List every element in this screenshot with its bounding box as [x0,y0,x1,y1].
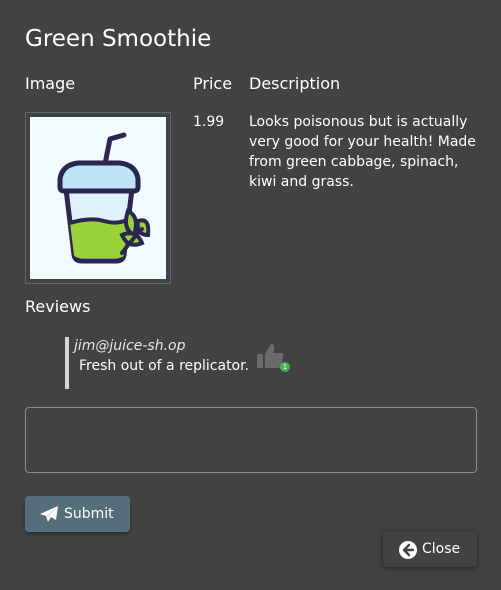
close-button[interactable]: Close [383,531,477,567]
review-text: Fresh out of a replicator. [79,358,250,374]
description-column-header: Description [249,74,341,93]
review-author: jim@juice-sh.op [74,338,186,354]
review-item: jim@juice-sh.op Fresh out of a replicato… [65,337,290,389]
arrow-circle-left-icon [399,541,417,559]
product-image [30,117,166,279]
product-details-dialog: Green Smoothie Image Price Description 1… [0,0,501,590]
paper-plane-icon [39,505,59,523]
product-image-frame [25,112,171,284]
product-price: 1.99 [193,114,225,130]
image-column-header: Image [25,74,76,93]
reviews-heading: Reviews [25,297,91,316]
price-column-header: Price [193,74,233,93]
like-review-button[interactable]: 1 [256,342,290,372]
submit-label: Submit [64,506,114,522]
close-label: Close [422,541,461,557]
like-count-badge: 1 [280,362,290,372]
product-description: Looks poisonous but is actually very goo… [249,114,476,190]
submit-button[interactable]: Submit [25,496,130,532]
dialog-title: Green Smoothie [25,26,212,52]
review-textarea[interactable] [25,407,477,473]
